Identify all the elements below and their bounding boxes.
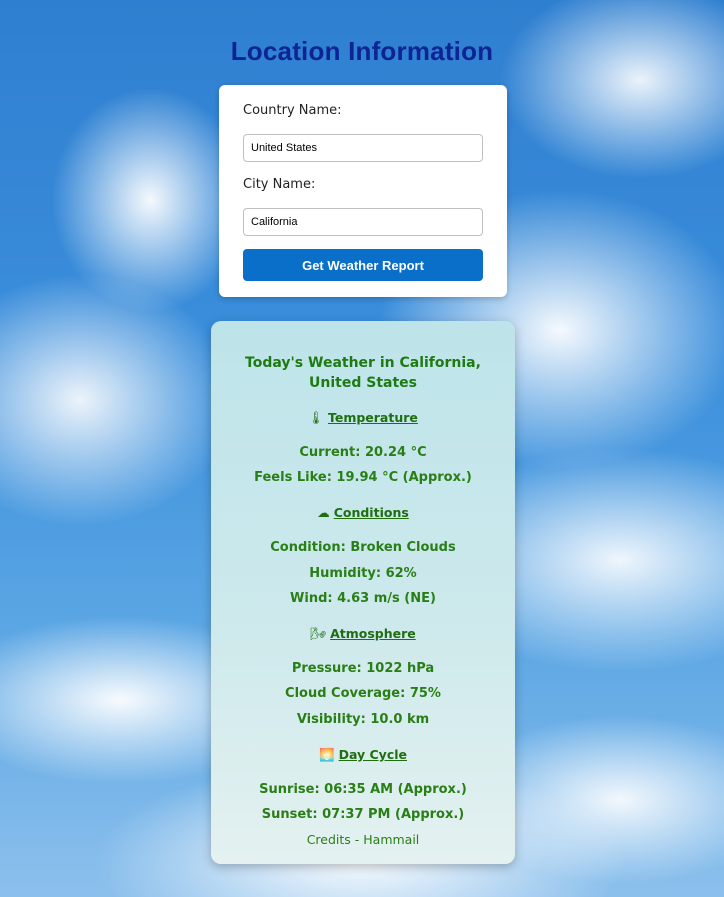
atmosphere-heading: 🌬 Atmosphere <box>310 626 416 641</box>
temperature-current: Current: 20.24 °C <box>299 445 427 460</box>
city-input[interactable] <box>243 208 483 236</box>
thermometer-icon: 🌡 <box>308 410 324 425</box>
country-input[interactable] <box>243 134 483 162</box>
city-label: City Name: <box>243 177 316 192</box>
cloud-icon: ☁ <box>317 505 330 520</box>
location-form: Country Name: City Name: Get Weather Rep… <box>219 85 507 297</box>
wind-text: Wind: 4.63 m/s (NE) <box>290 591 436 606</box>
credits-text: Credits - Hammail <box>306 832 420 847</box>
cloud-coverage-text: Cloud Coverage: 75% <box>285 686 441 701</box>
weather-report-card: Today's Weather in California, United St… <box>211 321 515 864</box>
temperature-feels-like: Feels Like: 19.94 °C (Approx.) <box>254 470 472 485</box>
day-cycle-heading: 🌅 Day Cycle <box>319 747 407 762</box>
country-label: Country Name: <box>243 103 342 118</box>
sunrise-text: Sunrise: 06:35 AM (Approx.) <box>259 782 467 797</box>
pressure-text: Pressure: 1022 hPa <box>291 661 435 676</box>
condition-text: Condition: Broken Clouds <box>270 540 456 555</box>
conditions-heading: ☁ Conditions <box>317 505 409 520</box>
page-title: Location Information <box>230 36 494 66</box>
visibility-text: Visibility: 10.0 km <box>296 712 430 727</box>
weather-title-line1: Today's Weather in California, <box>245 355 481 371</box>
weather-title: Today's Weather in California, United St… <box>231 353 495 393</box>
weather-title-line2: United States <box>309 375 417 391</box>
sunset-text: Sunset: 07:37 PM (Approx.) <box>261 807 465 822</box>
humidity-text: Humidity: 62% <box>309 566 417 581</box>
temperature-heading: 🌡 Temperature <box>308 410 418 425</box>
get-weather-button[interactable]: Get Weather Report <box>243 249 483 281</box>
sunrise-icon: 🌅 <box>319 747 335 762</box>
wind-icon: 🌬 <box>310 626 327 641</box>
